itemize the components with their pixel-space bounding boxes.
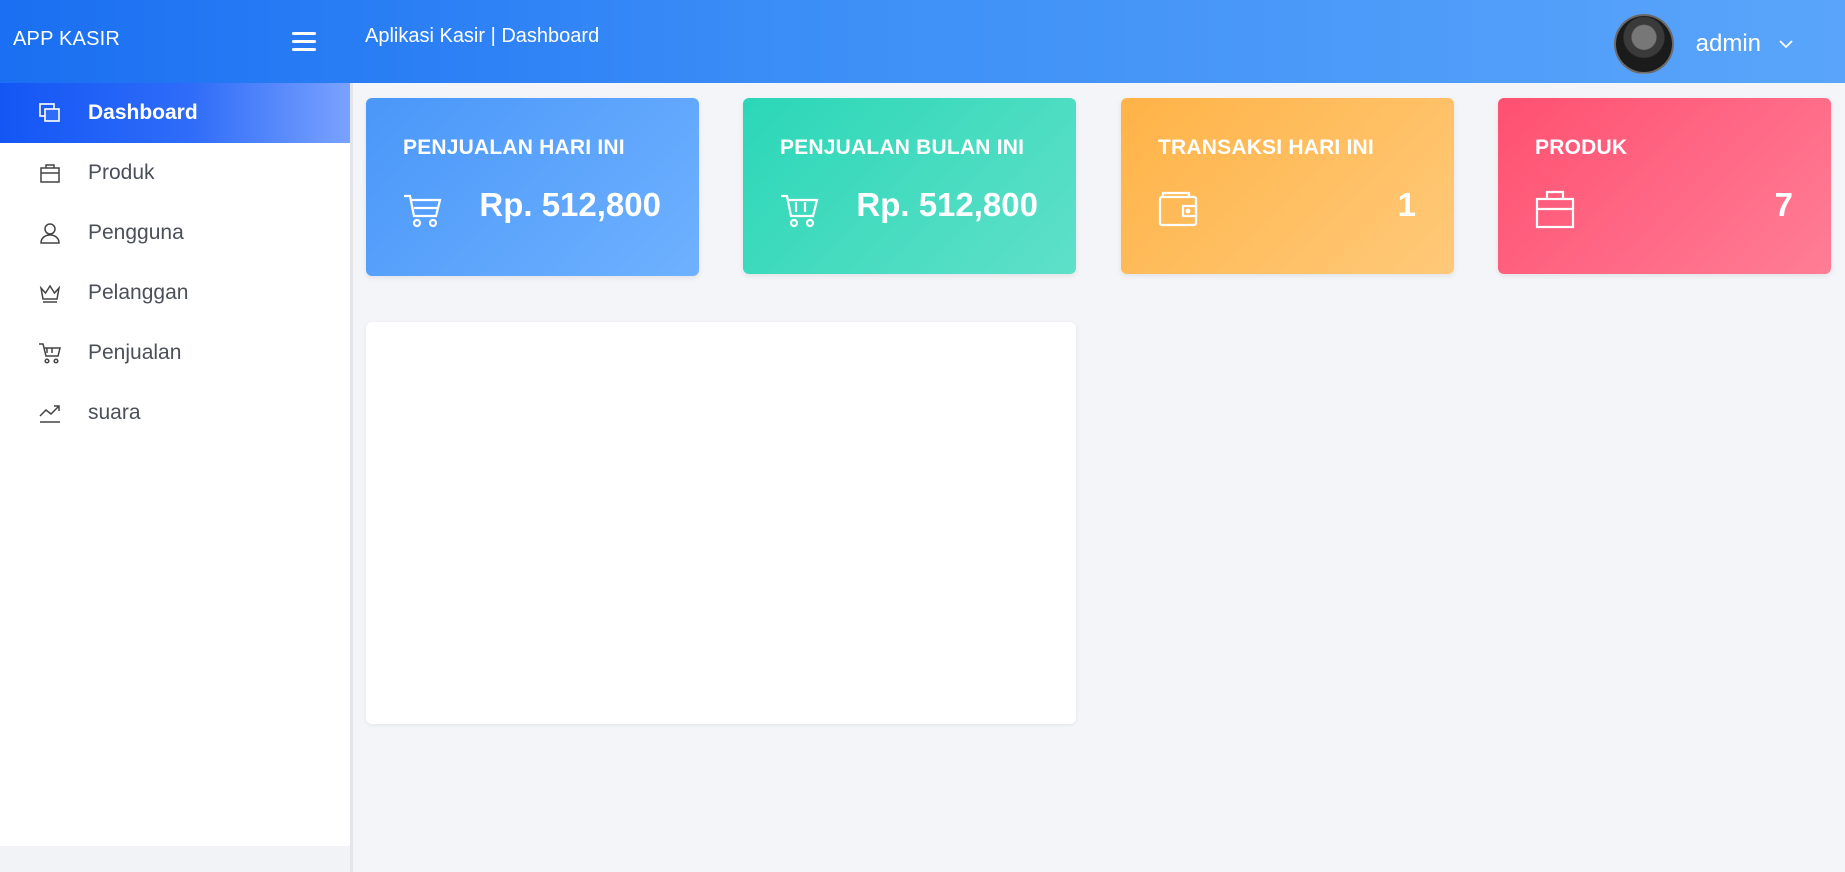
card-title: PENJUALAN BULAN INI	[780, 136, 1025, 159]
cart-icon	[781, 194, 819, 228]
user-icon	[36, 219, 64, 247]
sidebar-item-produk[interactable]: Produk	[0, 143, 350, 203]
sidebar-item-label: Penjualan	[88, 341, 182, 364]
cart-icon	[404, 194, 442, 228]
sidebar-item-pelanggan[interactable]: Pelanggan	[0, 263, 350, 323]
menu-toggle-icon[interactable]	[292, 32, 316, 52]
chevron-down-icon[interactable]	[1777, 35, 1795, 53]
card-title: PRODUK	[1535, 136, 1628, 159]
card-value: Rp. 512,800	[856, 186, 1038, 223]
sidebar-item-suara[interactable]: suara	[0, 383, 350, 443]
sidebar: Dashboard Produk Pengguna Pelanggan Penj…	[0, 83, 350, 846]
card-penjualan-hari-ini: PENJUALAN HARI INI Rp. 512,800	[366, 98, 699, 276]
dashboard-icon	[36, 99, 64, 127]
sidebar-footer	[0, 846, 350, 872]
sidebar-item-label: Dashboard	[88, 101, 198, 124]
trend-chart-icon	[36, 399, 64, 427]
card-value: Rp. 512,800	[479, 186, 661, 223]
card-produk: PRODUK 7	[1498, 98, 1831, 274]
app-brand[interactable]: APP KASIR	[13, 28, 120, 51]
sidebar-item-pengguna[interactable]: Pengguna	[0, 203, 350, 263]
page-title: Aplikasi Kasir | Dashboard	[365, 25, 600, 47]
avatar[interactable]	[1613, 14, 1674, 74]
sidebar-divider	[350, 83, 353, 872]
sidebar-item-dashboard[interactable]: Dashboard	[0, 83, 350, 143]
user-name[interactable]: admin	[1696, 30, 1761, 58]
card-title: TRANSAKSI HARI INI	[1158, 136, 1374, 159]
card-value: 7	[1774, 186, 1793, 223]
sidebar-item-label: suara	[88, 401, 141, 424]
top-navbar: APP KASIR Aplikasi Kasir | Dashboard adm…	[0, 0, 1845, 83]
card-penjualan-bulan-ini: PENJUALAN BULAN INI Rp. 512,800	[743, 98, 1076, 274]
sidebar-item-label: Pengguna	[88, 221, 184, 244]
card-transaksi-hari-ini: TRANSAKSI HARI INI 1	[1121, 98, 1454, 274]
wallet-icon	[1158, 191, 1198, 227]
briefcase-icon	[36, 159, 64, 187]
card-title: PENJUALAN HARI INI	[403, 136, 625, 159]
user-menu[interactable]: admin	[1613, 14, 1795, 74]
briefcase-icon	[1535, 190, 1575, 229]
sidebar-item-label: Produk	[88, 161, 155, 184]
sidebar-item-penjualan[interactable]: Penjualan	[0, 323, 350, 383]
crown-icon	[36, 279, 64, 307]
cart-icon	[36, 339, 64, 367]
card-value: 1	[1397, 186, 1416, 223]
sidebar-item-label: Pelanggan	[88, 281, 189, 304]
content-panel	[366, 322, 1076, 724]
